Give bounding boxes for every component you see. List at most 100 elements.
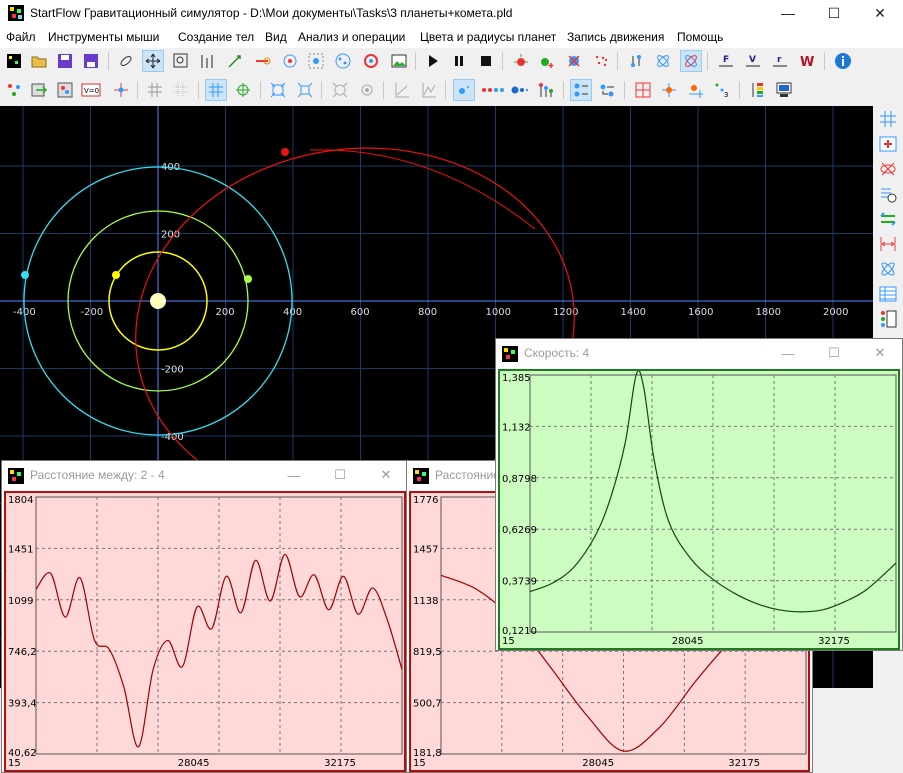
frame2-icon[interactable] [356,79,378,101]
compare-icon[interactable] [570,79,592,101]
grid-icon[interactable] [144,79,166,101]
fit-all-icon[interactable] [294,79,316,101]
new-file-icon[interactable] [3,50,25,72]
force-icon[interactable]: F [715,50,737,72]
body-list-icon[interactable] [877,308,899,330]
link-icon[interactable] [115,50,137,72]
open-folder-icon[interactable] [28,50,50,72]
distance-icon[interactable] [877,233,899,255]
save-as-icon[interactable] [80,50,102,72]
main-toolbar: F V r W [0,48,903,74]
vectors-icon[interactable] [196,50,218,72]
menu-mouse-tools[interactable]: Инструменты мыши [48,30,159,44]
child-title-bar[interactable]: Скорость: 4 — ☐ ✕ [496,339,902,367]
radius-icon[interactable]: r [769,50,791,72]
move-icon[interactable] [142,50,164,72]
chart-svg: 180414511099746,2393,440,6215 28045 32175 [8,495,403,769]
speed-chart-4: 1,385 1,132 0,8798 0,6269 0,3739 0,1210 15 2804… [498,369,900,650]
ring-icon[interactable] [279,50,301,72]
work-icon[interactable]: W [796,50,818,72]
add-window-icon[interactable] [877,133,899,155]
maximize-button[interactable]: ☐ [811,0,857,26]
crosshair-icon[interactable] [232,79,254,101]
play-icon[interactable] [422,50,444,72]
stop-icon[interactable] [475,50,497,72]
delete-orbit-icon[interactable] [877,158,899,180]
grid-dots-icon[interactable] [170,79,192,101]
orbit-icon[interactable] [252,50,274,72]
trail-blue-icon[interactable] [508,79,530,101]
axes2-icon[interactable] [418,79,440,101]
add-plus-icon[interactable] [536,50,558,72]
arrows-icon[interactable] [625,50,647,72]
table-icon[interactable] [877,283,899,305]
trail-colors-icon[interactable] [480,79,506,101]
comet-body[interactable] [281,148,289,156]
swap-icon[interactable] [877,208,899,230]
v-zero-icon[interactable]: V=0 [80,79,102,101]
menu-analysis[interactable]: Анализ и операции [298,30,405,44]
planet-1-body[interactable] [112,271,120,279]
orbits-icon[interactable] [652,50,674,72]
bodies-list-icon[interactable] [54,79,76,101]
save-icon[interactable] [54,50,76,72]
menu-colors-radii[interactable]: Цвета и радиусы планет [420,30,556,44]
maximize-button[interactable]: ☐ [814,343,854,363]
center-icon[interactable] [110,79,132,101]
app-icon[interactable] [8,5,24,21]
cross-grid-icon[interactable] [632,79,654,101]
image-icon[interactable] [388,50,410,72]
points-icon[interactable] [305,50,327,72]
body-move-icon[interactable] [685,79,707,101]
fit-icon[interactable] [267,79,289,101]
zoom-icon[interactable] [224,50,246,72]
sun-body[interactable] [150,293,166,309]
dots-active-icon[interactable] [453,79,475,101]
axes-icon[interactable] [391,79,413,101]
index-icon[interactable]: 3 [711,79,733,101]
minimize-button[interactable]: — [274,465,314,485]
x-tick-label: 28045 [672,636,704,647]
y-tick-label: 1,385 [502,373,531,384]
menu-file[interactable]: Файл [6,30,36,44]
x-tick-label: 1600 [688,307,713,318]
lifebuoy-icon[interactable] [360,50,382,72]
maximize-button[interactable]: ☐ [320,465,360,485]
monitor-icon[interactable] [773,79,795,101]
info-icon[interactable] [832,50,854,72]
close-button[interactable]: ✕ [860,343,900,363]
close-button[interactable]: ✕ [857,0,903,26]
scatter-icon[interactable] [590,50,612,72]
velocity-icon[interactable]: V [742,50,764,72]
zoom-window-icon[interactable] [170,50,192,72]
bodies-icon[interactable] [3,79,25,101]
spectrum-icon[interactable] [747,79,769,101]
export-icon[interactable] [28,79,50,101]
timeline-icon[interactable] [877,183,899,205]
orbit-pair-icon[interactable] [877,258,899,280]
cluster-icon[interactable] [332,50,354,72]
menu-help[interactable]: Помощь [677,30,723,44]
grid-plus-icon[interactable] [877,108,899,130]
planet-2-body[interactable] [244,275,252,283]
child-title-bar[interactable]: Расстояние между: 2 - 4 — ☐ ✕ [2,461,408,489]
x-tick-label: 15 [8,758,21,769]
grid-active-icon[interactable] [205,79,227,101]
app-icon [502,346,518,362]
close-button[interactable]: ✕ [366,465,406,485]
x-tick-label: 28045 [582,758,614,769]
add-body-icon[interactable] [510,50,532,72]
planet-3-body[interactable] [21,271,29,279]
body-red-icon[interactable] [658,79,680,101]
pause-icon[interactable] [448,50,470,72]
menu-recording[interactable]: Запись движения [567,30,664,44]
remove-body-icon[interactable] [563,50,585,72]
hierarchy-icon[interactable] [596,79,618,101]
menu-view[interactable]: Вид [265,30,287,44]
minimize-button[interactable]: — [768,343,808,363]
frame-icon[interactable] [329,79,351,101]
sort-icon[interactable] [535,79,557,101]
orbits-active-icon[interactable] [680,50,702,72]
menu-create-bodies[interactable]: Создание тел [178,30,254,44]
minimize-button[interactable]: — [765,0,811,26]
